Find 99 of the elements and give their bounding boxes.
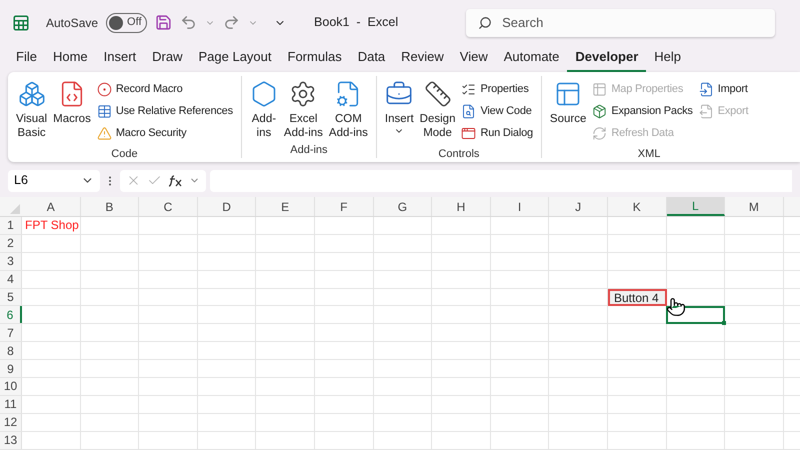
column-header[interactable]: E — [256, 197, 315, 216]
ribbon-tab[interactable]: Automate — [496, 46, 568, 72]
button-label: COM — [334, 112, 362, 126]
ribbon-tab[interactable]: Home — [44, 46, 96, 72]
import-icon — [698, 82, 714, 96]
ribbon-button[interactable]: Source — [548, 76, 588, 144]
row-header[interactable]: 12 — [0, 414, 22, 431]
ribbon-tab[interactable]: Help — [646, 46, 690, 72]
ribbon-tab[interactable]: Insert — [96, 46, 144, 72]
button-label: Visual — [16, 112, 48, 126]
column-header[interactable]: G — [374, 197, 432, 216]
row-header[interactable]: 4 — [0, 270, 22, 288]
button-label: Insert — [384, 112, 414, 126]
document-search-icon — [461, 104, 476, 118]
row-header[interactable]: 9 — [0, 360, 22, 378]
row-header[interactable]: 13 — [0, 432, 22, 449]
undo-icon[interactable] — [180, 14, 198, 31]
button-label: Mode — [423, 126, 452, 140]
ruler-icon — [424, 80, 452, 108]
table-icon — [592, 82, 608, 96]
panel-icon — [554, 80, 582, 108]
ribbon-button[interactable]: COM Add-ins — [326, 76, 370, 140]
group-label: Add-ins — [290, 143, 328, 158]
row-header[interactable]: 11 — [0, 396, 22, 413]
warning-icon — [96, 126, 112, 140]
row-header[interactable]: 7 — [0, 324, 22, 342]
button-label: Add- — [252, 112, 276, 126]
group-label: Controls — [438, 147, 480, 162]
list-icon — [461, 82, 476, 96]
row-header[interactable]: 6 — [0, 306, 22, 324]
window-title: Book1 - Excel — [314, 14, 398, 32]
boxes-icon — [18, 80, 46, 108]
column-header[interactable]: L — [666, 197, 726, 216]
button-label: Excel — [289, 112, 318, 126]
cell-text: FPT Shop — [25, 217, 79, 234]
row-header[interactable]: 2 — [0, 234, 22, 252]
column-header[interactable]: J — [549, 197, 608, 216]
ribbon-button[interactable]: Use Relative References — [94, 100, 235, 122]
form-button[interactable]: Button 4 — [608, 288, 667, 306]
redo-icon[interactable] — [223, 14, 240, 31]
name-box[interactable]: L6 — [8, 170, 100, 192]
refresh-icon — [592, 126, 608, 140]
button-label: Source — [550, 112, 586, 126]
table-icon — [96, 104, 112, 118]
ribbon-tab[interactable]: Review — [393, 46, 452, 72]
dialog-icon — [461, 126, 476, 140]
ribbon-button[interactable]: Excel Add-ins — [282, 76, 325, 140]
ribbon-tab[interactable]: Formulas — [280, 46, 350, 72]
function-icon[interactable] — [168, 174, 183, 188]
button-label: Macros — [53, 112, 91, 126]
package-icon — [592, 104, 608, 118]
ribbon-tab[interactable]: Page Layout — [190, 46, 280, 72]
ribbon-button[interactable]: Record Macro — [94, 78, 235, 100]
ribbon-button[interactable]: Expansion Packs — [590, 100, 695, 122]
spreadsheet-app-icon — [12, 14, 30, 32]
column-header[interactable]: F — [314, 197, 374, 216]
autosave-toggle[interactable]: Off — [106, 12, 148, 32]
ribbon-tab[interactable]: File — [8, 46, 45, 72]
button-label: Add-ins — [328, 126, 368, 140]
ribbon-button[interactable]: Design Mode — [418, 76, 458, 144]
ribbon-button[interactable]: Import — [696, 78, 750, 100]
button-label: Basic — [18, 126, 46, 140]
column-header[interactable]: I — [490, 197, 550, 216]
ribbon-button[interactable]: Macros — [51, 76, 93, 144]
autosave-label: AutoSave — [46, 14, 98, 32]
hexagon-icon — [250, 80, 278, 108]
group-label: XML — [638, 147, 660, 162]
ribbon-tab[interactable]: View — [452, 46, 496, 72]
ribbon-button[interactable]: Run Dialog — [459, 122, 535, 144]
row-header[interactable]: 1 — [0, 217, 22, 234]
column-header[interactable]: M — [725, 197, 784, 216]
column-header[interactable]: B — [80, 197, 140, 216]
search-field[interactable]: Search — [466, 8, 776, 36]
search-icon — [478, 16, 492, 30]
save-icon[interactable] — [155, 14, 172, 31]
row-header[interactable]: 3 — [0, 252, 22, 270]
ribbon-button[interactable]: Add- ins — [248, 76, 280, 140]
column-header[interactable]: D — [198, 197, 256, 216]
button-label: ins — [256, 126, 272, 140]
ribbon-button[interactable]: Properties — [459, 78, 535, 100]
column-header[interactable]: A — [22, 197, 81, 216]
export-icon — [698, 104, 714, 118]
row-header[interactable]: 8 — [0, 342, 22, 360]
column-header[interactable]: H — [432, 197, 491, 216]
record-icon — [96, 82, 112, 96]
cell-reference: L6 — [14, 172, 28, 190]
ribbon-button[interactable]: Macro Security — [94, 122, 235, 144]
ribbon-button[interactable]: Visual Basic — [14, 76, 50, 144]
group-label: Code — [111, 147, 138, 162]
ribbon-tab[interactable]: Data — [350, 46, 394, 72]
button-label: Design — [420, 112, 456, 126]
hand-cursor-icon — [666, 297, 686, 317]
row-header[interactable]: 5 — [0, 288, 22, 306]
column-header[interactable]: C — [139, 197, 198, 216]
row-header[interactable]: 10 — [0, 378, 22, 395]
button-label: Add-ins — [284, 126, 323, 140]
ribbon-tab[interactable]: Draw — [144, 46, 190, 72]
ribbon-button[interactable]: View Code — [459, 100, 535, 122]
ribbon-button[interactable]: Insert — [382, 76, 416, 144]
